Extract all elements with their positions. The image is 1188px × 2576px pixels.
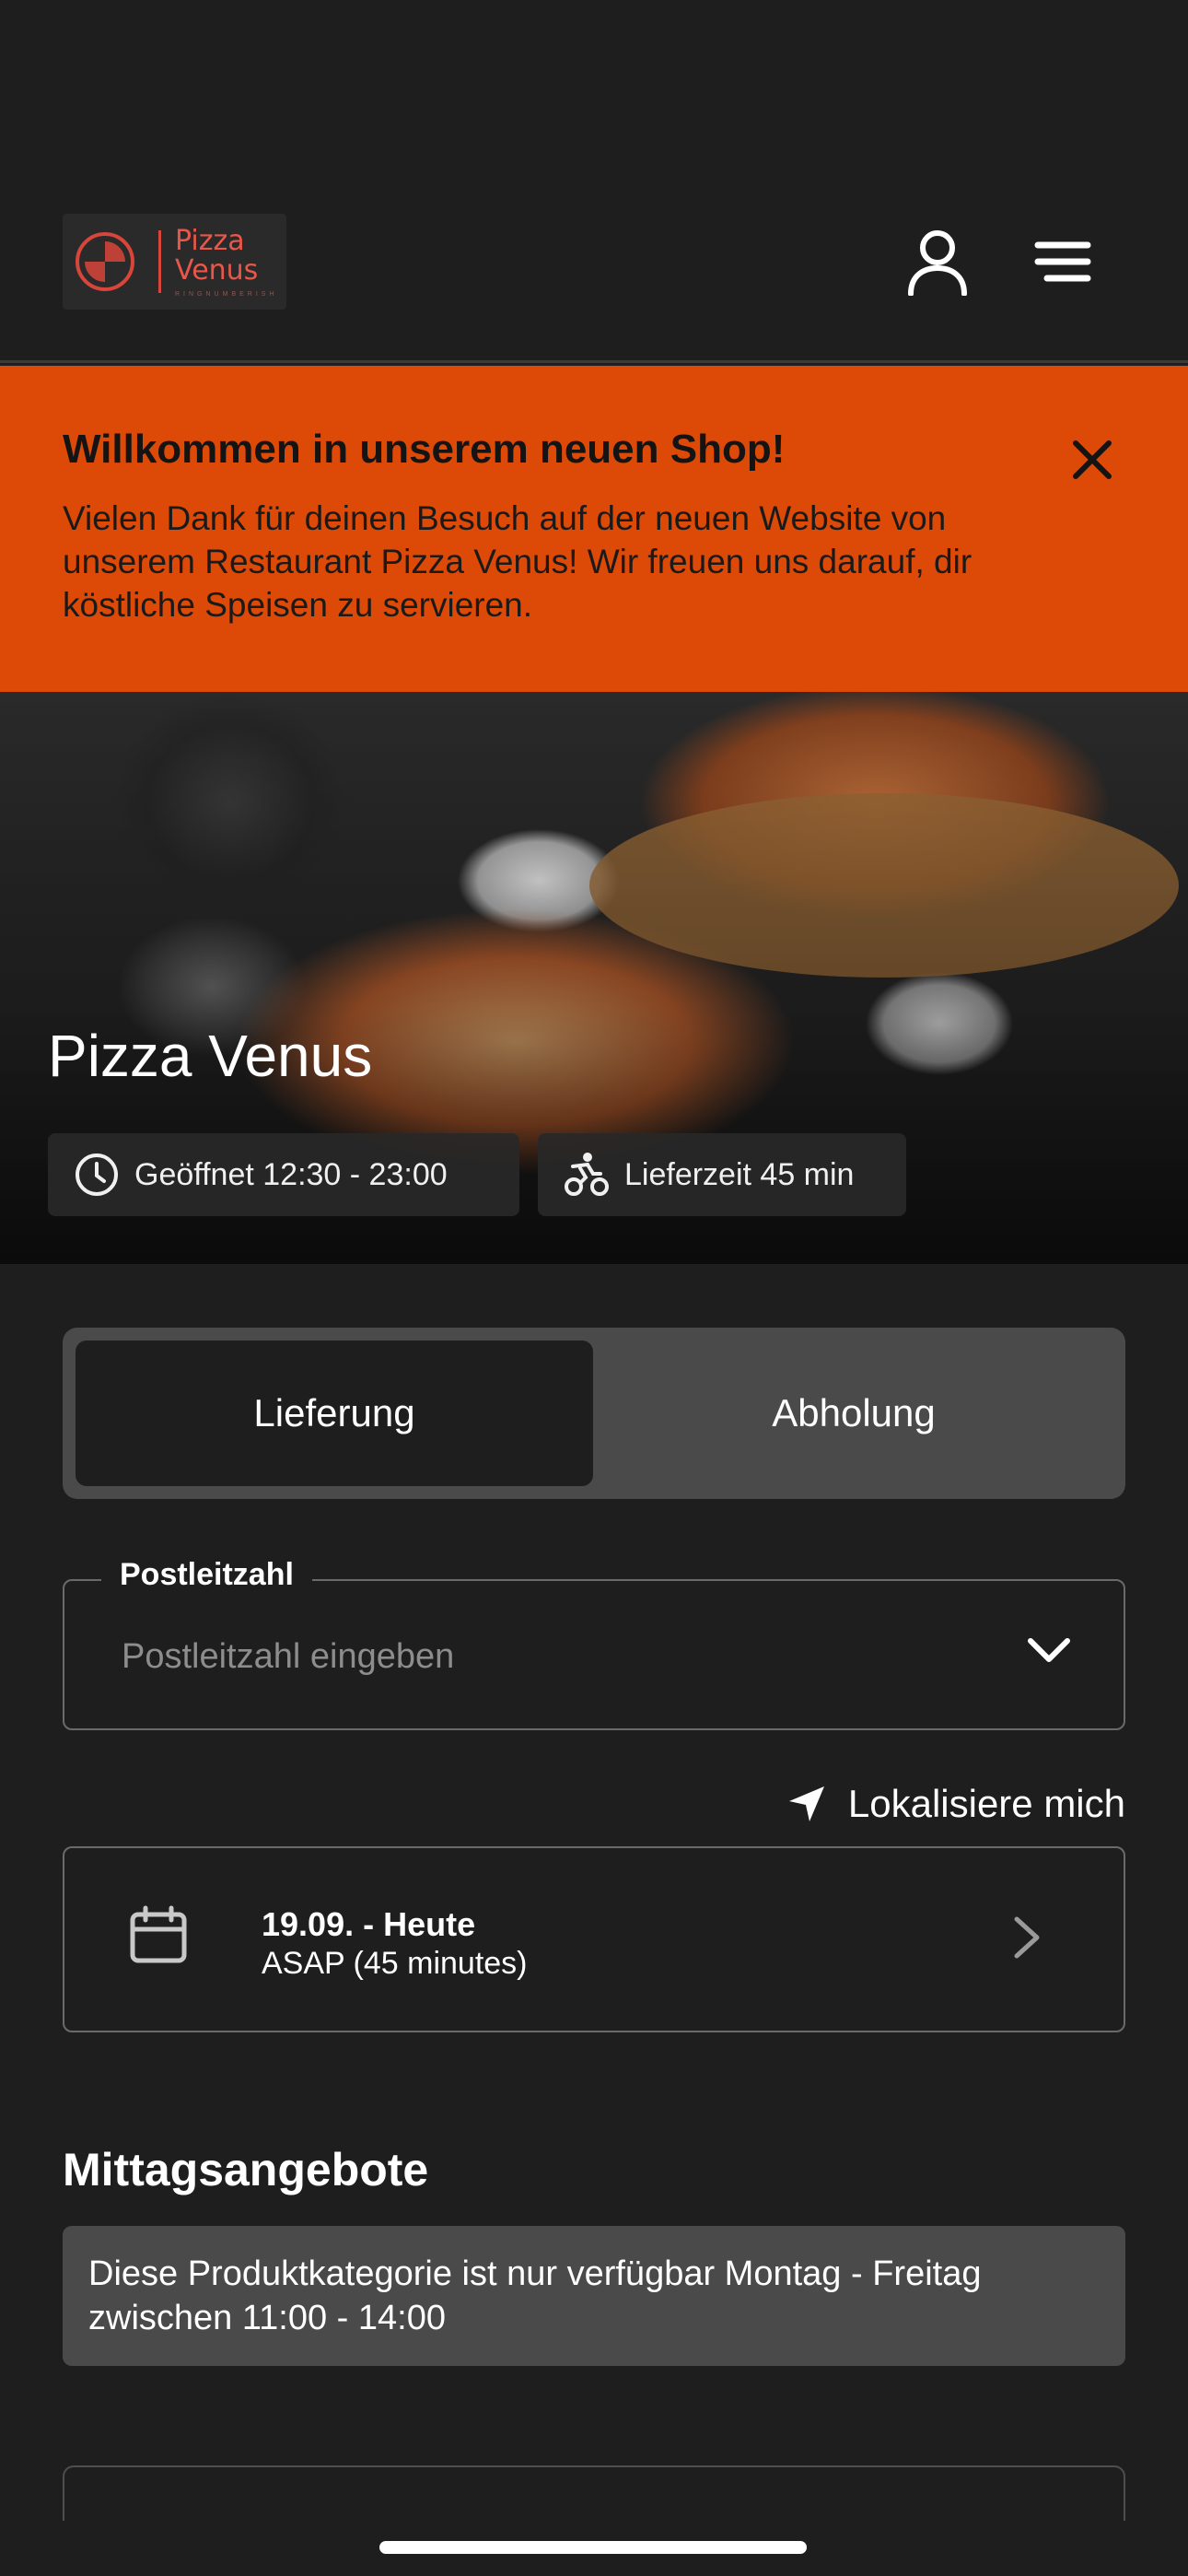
section-title-lunch: Mittagsangebote xyxy=(63,2144,429,2195)
menu-button[interactable] xyxy=(1022,221,1103,302)
close-icon xyxy=(1073,440,1112,479)
top-bar: Pizza Venus RINGNUMBERISH xyxy=(0,0,1188,363)
banner-close-button[interactable] xyxy=(1059,427,1125,493)
home-indicator[interactable] xyxy=(379,2541,807,2554)
postcode-field[interactable]: Postleitzahl xyxy=(63,1557,1125,1730)
restaurant-name: Pizza Venus xyxy=(48,1023,373,1089)
banner-text: Vielen Dank für deinen Besuch auf der ne… xyxy=(63,499,973,624)
order-mode-toggle: Lieferung Abholung xyxy=(63,1328,1125,1499)
locate-me-label: Lokalisiere mich xyxy=(847,1782,1125,1825)
opening-hours-text: Geöffnet 12:30 - 23:00 xyxy=(134,1156,448,1192)
hamburger-menu-icon xyxy=(1034,241,1091,282)
chevron-right-icon xyxy=(1014,1916,1040,1959)
availability-notice: Diese Produktkategorie ist nur verfügbar… xyxy=(63,2226,1125,2366)
clock-icon xyxy=(76,1153,118,1196)
delivery-time-badge: Lieferzeit 45 min xyxy=(538,1133,906,1216)
logo-tagline: RINGNUMBERISH xyxy=(175,291,278,298)
delivery-time-text: Lieferzeit 45 min xyxy=(624,1156,855,1192)
logo[interactable]: Pizza Venus RINGNUMBERISH xyxy=(63,214,286,310)
postcode-input[interactable] xyxy=(122,1627,950,1686)
tab-delivery[interactable]: Lieferung xyxy=(76,1341,593,1486)
banner-title: Willkommen in unserem neuen Shop! xyxy=(63,427,786,472)
calendar-icon xyxy=(130,1905,187,1963)
locate-me-button[interactable]: Lokalisiere mich xyxy=(755,1776,1125,1832)
bike-courier-icon xyxy=(565,1153,609,1196)
location-arrow-icon xyxy=(788,1786,824,1821)
user-icon xyxy=(908,230,967,296)
selected-time: ASAP (45 minutes) xyxy=(262,1946,528,1981)
selected-date: 19.09. - Heute xyxy=(262,1905,476,1943)
hero-image: Pizza Venus Geöffnet 12:30 - 23:00 Liefe… xyxy=(0,692,1188,1264)
opening-hours-badge: Geöffnet 12:30 - 23:00 xyxy=(48,1133,519,1216)
logo-divider xyxy=(158,230,161,293)
postcode-label: Postleitzahl xyxy=(101,1557,312,1593)
logo-text: Pizza Venus xyxy=(175,225,259,287)
next-card-edge xyxy=(63,2465,1125,2521)
welcome-banner: Willkommen in unserem neuen Shop! Vielen… xyxy=(0,366,1188,692)
pizza-logo-icon xyxy=(76,232,134,291)
chevron-down-icon[interactable] xyxy=(1026,1634,1072,1666)
account-button[interactable] xyxy=(897,221,978,302)
tab-pickup[interactable]: Abholung xyxy=(595,1341,1112,1486)
delivery-time-selector[interactable]: 19.09. - Heute ASAP (45 minutes) xyxy=(63,1846,1125,2032)
